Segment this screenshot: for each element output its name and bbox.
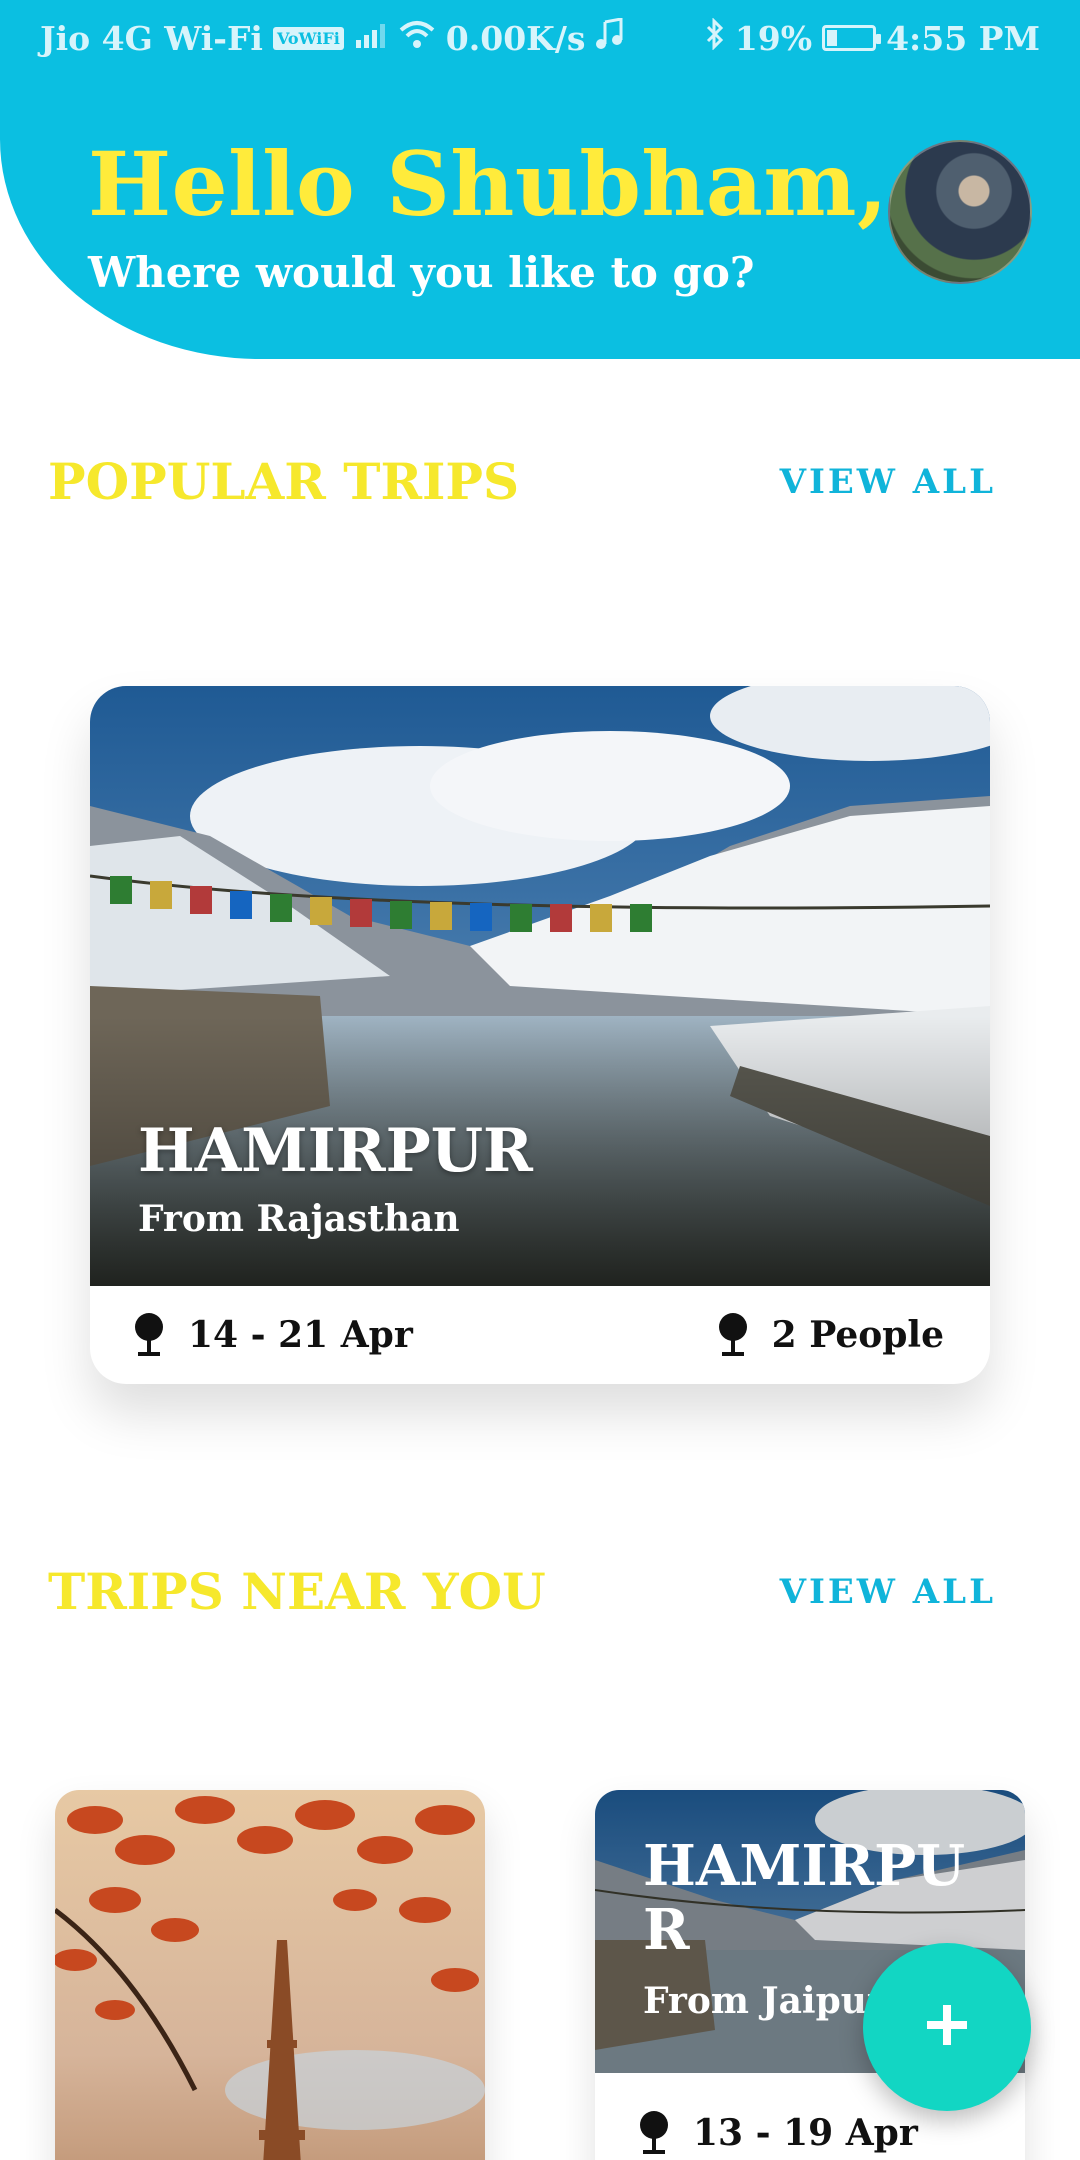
wifi-icon [398,19,436,58]
trips-near-you-title: TRIPS NEAR YOU [48,1562,546,1621]
trip-photo [90,686,990,1286]
trip-destination: HAMIRPUR [643,1833,966,1963]
trip-dates: 14 - 21 Apr [188,1314,413,1356]
trip-dates: 13 - 19 Apr [693,2112,918,2154]
music-icon [595,17,625,58]
greeting-title: Hello Shubham, [88,132,889,236]
signal-icon [354,19,388,58]
trip-card-footer: 14 - 21 Apr 2 People [90,1286,990,1384]
carrier-label: Jio 4G Wi-Fi [40,18,263,58]
trip-origin: From Rajasthan [138,1198,460,1240]
greeting-subtitle: Where would you like to go? [88,248,755,297]
clock: 4:55 PM [886,18,1040,58]
status-bar: Jio 4G Wi-Fi VoWiFi 0.00K/s 19% 4:55 PM [0,0,1080,76]
bluetooth-icon [705,17,725,58]
location-pin-icon [716,1312,750,1358]
battery-icon [822,25,882,51]
add-trip-button[interactable] [863,1943,1031,2111]
network-speed: 0.00K/s [445,18,586,58]
nearby-trip-card[interactable] [55,1790,485,2160]
nearby-view-all-link[interactable]: VIEW ALL [780,1572,996,1612]
popular-view-all-link[interactable]: VIEW ALL [780,462,996,502]
battery-level: 19% [734,18,813,58]
location-pin-icon [637,2110,671,2156]
trip-people: 2 People [771,1314,944,1356]
trip-origin: From Jaipur [643,1980,886,2022]
trip-destination: HAMIRPUR [138,1116,533,1186]
popular-trips-title: POPULAR TRIPS [48,452,520,511]
plus-icon [925,2003,969,2051]
location-pin-icon [132,1312,166,1358]
avatar[interactable] [888,140,1032,284]
trip-photo [55,1790,485,2160]
vowifi-badge: VoWiFi [272,26,344,50]
header: Jio 4G Wi-Fi VoWiFi 0.00K/s 19% 4:55 PM … [0,0,1080,359]
popular-trip-card[interactable]: HAMIRPUR From Rajasthan 14 - 21 Apr 2 Pe… [90,686,990,1384]
